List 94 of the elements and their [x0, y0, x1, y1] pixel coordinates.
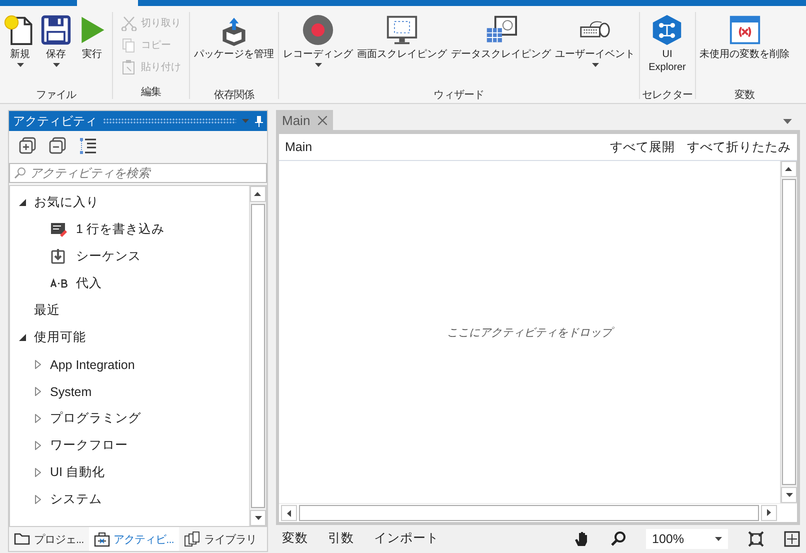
- tree-item[interactable]: ワークフロー: [50, 437, 128, 454]
- ribbon-button[interactable]: 保存: [38, 12, 74, 88]
- dropdown-icon[interactable]: [783, 119, 792, 124]
- assign-icon: [50, 278, 68, 288]
- bottom-tab[interactable]: 変数: [282, 530, 308, 547]
- tree-item[interactable]: 使用可能: [34, 329, 86, 346]
- panel-tab[interactable]: プロジェ...: [9, 527, 89, 551]
- ribbon-button[interactable]: 画面スクレイピング: [355, 12, 449, 88]
- scrollbar[interactable]: [780, 161, 797, 503]
- overview-icon[interactable]: [784, 530, 800, 546]
- ribbon-button[interactable]: UI Explorer: [646, 12, 688, 88]
- panel-tab[interactable]: ライブラリ: [178, 527, 262, 551]
- zoom-dropdown[interactable]: 100%: [646, 528, 728, 548]
- clipboard-icon: [122, 60, 134, 74]
- caret-icon: [786, 493, 792, 497]
- collapsed-arrow-icon[interactable]: [35, 360, 41, 369]
- pin-icon[interactable]: [255, 116, 263, 126]
- collapsed-arrow-icon[interactable]: [35, 495, 41, 504]
- collapse-all-icon[interactable]: [49, 137, 67, 155]
- caret-icon: [242, 119, 249, 123]
- tree-item[interactable]: プログラミング: [50, 410, 141, 427]
- sequence-icon: [51, 248, 65, 264]
- group-label: 編集: [140, 85, 162, 99]
- save-icon: [41, 15, 71, 45]
- search-field[interactable]: アクティビティを検索: [9, 163, 267, 183]
- group-label: セレクター: [642, 88, 693, 102]
- scissors-icon: [121, 16, 137, 31]
- play-icon: [82, 16, 104, 44]
- ribbon-button[interactable]: ユーザーイベント: [553, 12, 637, 88]
- expand-all-link[interactable]: すべて展開: [610, 138, 675, 156]
- group-label: ウィザード: [434, 88, 484, 102]
- scrollbar[interactable]: [249, 186, 266, 526]
- network-hexagon-icon: [653, 14, 682, 46]
- tree-item[interactable]: 1 行を書き込み: [76, 221, 164, 238]
- panel-title: アクティビティ: [13, 112, 97, 130]
- fit-screen-icon[interactable]: [748, 530, 764, 546]
- collapsed-arrow-icon[interactable]: [35, 468, 41, 477]
- zoom-icon[interactable]: [610, 530, 626, 546]
- ribbon-button[interactable]: レコーディング: [281, 12, 355, 88]
- collapse-all-link[interactable]: すべて折りたたみ: [687, 138, 791, 156]
- folder-icon: [14, 533, 30, 545]
- caret-icon: [592, 63, 598, 67]
- tree-item[interactable]: UI 自動化: [50, 464, 105, 481]
- tree-item[interactable]: App Integration: [50, 358, 135, 372]
- hand-icon[interactable]: [574, 530, 590, 546]
- expanded-arrow-icon[interactable]: [18, 199, 26, 206]
- caret-icon: [254, 516, 262, 520]
- ribbon-button[interactable]: 新規: [2, 12, 38, 88]
- group-label: 依存関係: [214, 88, 254, 102]
- ribbon-button[interactable]: データスクレイピング: [449, 12, 553, 88]
- caret-icon: [786, 167, 792, 171]
- caret-icon: [52, 63, 60, 67]
- expanded-arrow-icon[interactable]: [18, 334, 26, 341]
- new-file-icon: [4, 15, 32, 46]
- tree-item[interactable]: 代入: [76, 275, 102, 292]
- keyboard-mouse-icon: [580, 21, 610, 38]
- web-table-icon: [486, 16, 517, 43]
- tree-item[interactable]: お気に入り: [34, 194, 99, 211]
- ribbon-button[interactable]: パッケージを管理: [192, 12, 276, 88]
- variable-window-icon: [729, 16, 760, 44]
- caret-icon: [254, 192, 262, 196]
- ribbon-button[interactable]: 実行: [74, 12, 110, 88]
- tree-item[interactable]: System: [50, 384, 92, 398]
- bottom-tab[interactable]: 引数: [328, 530, 354, 547]
- group-label: ファイル: [36, 88, 76, 102]
- caret-icon: [314, 63, 322, 67]
- library-icon: [184, 532, 200, 546]
- record-icon: [302, 14, 334, 46]
- caret-icon: [287, 510, 291, 516]
- monitor-icon: [386, 16, 418, 44]
- tree-item[interactable]: システム: [50, 491, 102, 508]
- list-icon[interactable]: [79, 137, 97, 155]
- close-icon[interactable]: [318, 116, 328, 124]
- caret-icon: [16, 63, 24, 67]
- caret-icon: [767, 510, 771, 516]
- expand-all-icon[interactable]: [19, 137, 37, 155]
- bottom-tab[interactable]: インポート: [374, 530, 439, 547]
- caret-icon: [715, 536, 722, 540]
- copy-icon: [122, 38, 134, 52]
- tree-item[interactable]: 最近: [34, 302, 60, 319]
- document-tab[interactable]: Main: [276, 110, 334, 130]
- group-label: 変数: [734, 88, 755, 102]
- scrollbar[interactable]: [279, 503, 797, 522]
- tree-item[interactable]: シーケンス: [76, 248, 141, 265]
- ribbon-button[interactable]: 未使用の変数を削除: [698, 12, 792, 88]
- drop-hint: ここにアクティビティをドロップ: [447, 324, 612, 340]
- toolbox-icon: [94, 532, 110, 547]
- collapsed-arrow-icon[interactable]: [35, 441, 41, 450]
- panel-tab[interactable]: アクティビ...: [88, 527, 179, 551]
- search-icon: [14, 167, 26, 179]
- collapsed-arrow-icon[interactable]: [35, 414, 41, 423]
- breadcrumb: Main: [285, 140, 312, 154]
- collapsed-arrow-icon[interactable]: [35, 387, 41, 396]
- package-icon: [222, 18, 246, 46]
